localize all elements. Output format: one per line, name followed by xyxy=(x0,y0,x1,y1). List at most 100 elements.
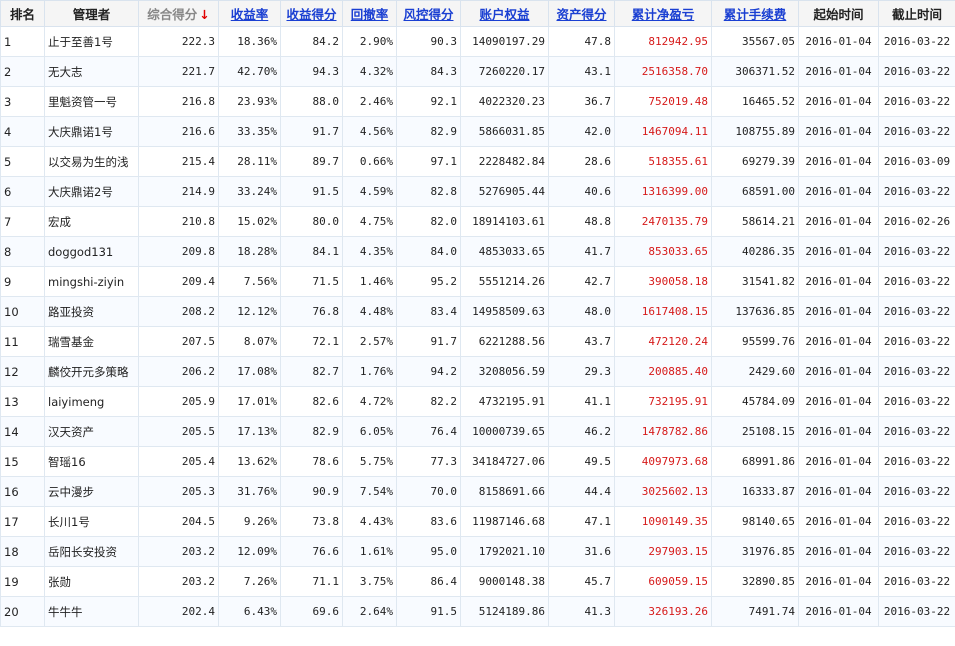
cell-manager-name[interactable]: laiyimeng xyxy=(44,386,139,417)
cell-risk-score: 70.0 xyxy=(396,476,461,507)
cell-return-rate: 42.70% xyxy=(218,56,281,87)
header-start-date: 起始时间 xyxy=(798,0,879,27)
header-start-date-label: 起始时间 xyxy=(813,7,864,22)
cell-equity: 18914103.61 xyxy=(460,206,549,237)
header-fees[interactable]: 累计手续费 xyxy=(711,0,799,27)
cell-asset-score: 31.6 xyxy=(548,536,615,567)
header-total-score[interactable]: 综合得分 ↓ xyxy=(138,0,219,27)
cell-return-rate: 8.07% xyxy=(218,326,281,357)
cell-manager-name[interactable]: 无大志 xyxy=(44,56,139,87)
header-return-score[interactable]: 收益得分 xyxy=(280,0,343,27)
cell-return-score: 94.3 xyxy=(280,56,343,87)
cell-manager-name[interactable]: 宏成 xyxy=(44,206,139,237)
cell-manager-name[interactable]: 大庆鼎诺2号 xyxy=(44,176,139,207)
cell-net-pnl: 326193.26 xyxy=(614,596,712,627)
cell-start-date: 2016-01-04 xyxy=(798,566,879,597)
cell-asset-score: 48.0 xyxy=(548,296,615,327)
cell-return-rate: 17.13% xyxy=(218,416,281,447)
header-net-pnl[interactable]: 累计净盈亏 xyxy=(614,0,712,27)
cell-equity: 14090197.29 xyxy=(460,26,549,57)
cell-manager-name[interactable]: doggod131 xyxy=(44,236,139,267)
cell-risk-score: 92.1 xyxy=(396,86,461,117)
cell-equity: 1792021.10 xyxy=(460,536,549,567)
cell-drawdown: 4.43% xyxy=(342,506,397,537)
cell-manager-name[interactable]: 张勋 xyxy=(44,566,139,597)
cell-return-rate: 23.93% xyxy=(218,86,281,117)
cell-risk-score: 83.4 xyxy=(396,296,461,327)
cell-rank: 17 xyxy=(0,506,45,537)
cell-return-score: 82.9 xyxy=(280,416,343,447)
cell-end-date: 2016-03-22 xyxy=(878,416,955,447)
cell-total-score: 215.4 xyxy=(138,146,219,177)
cell-fees: 16465.52 xyxy=(711,86,799,117)
cell-manager-name[interactable]: 路亚投资 xyxy=(44,296,139,327)
cell-manager-name[interactable]: 牛牛牛 xyxy=(44,596,139,627)
cell-start-date: 2016-01-04 xyxy=(798,326,879,357)
cell-equity: 4853033.65 xyxy=(460,236,549,267)
cell-net-pnl: 1467094.11 xyxy=(614,116,712,147)
cell-start-date: 2016-01-04 xyxy=(798,56,879,87)
cell-manager-name[interactable]: mingshi-ziyin xyxy=(44,266,139,297)
cell-equity: 9000148.38 xyxy=(460,566,549,597)
cell-equity: 3208056.59 xyxy=(460,356,549,387)
cell-start-date: 2016-01-04 xyxy=(798,536,879,567)
cell-equity: 5866031.85 xyxy=(460,116,549,147)
cell-start-date: 2016-01-04 xyxy=(798,236,879,267)
cell-net-pnl: 1316399.00 xyxy=(614,176,712,207)
cell-risk-score: 82.8 xyxy=(396,176,461,207)
cell-start-date: 2016-01-04 xyxy=(798,476,879,507)
cell-rank: 15 xyxy=(0,446,45,477)
cell-drawdown: 2.90% xyxy=(342,26,397,57)
header-asset-score[interactable]: 资产得分 xyxy=(548,0,615,27)
cell-return-rate: 7.26% xyxy=(218,566,281,597)
cell-net-pnl: 518355.61 xyxy=(614,146,712,177)
cell-total-score: 205.5 xyxy=(138,416,219,447)
cell-drawdown: 4.32% xyxy=(342,56,397,87)
cell-manager-name[interactable]: 大庆鼎诺1号 xyxy=(44,116,139,147)
cell-manager-name[interactable]: 麟佼开元多策略 xyxy=(44,356,139,387)
cell-fees: 31541.82 xyxy=(711,266,799,297)
cell-drawdown: 2.46% xyxy=(342,86,397,117)
cell-asset-score: 42.0 xyxy=(548,116,615,147)
cell-end-date: 2016-03-22 xyxy=(878,446,955,477)
cell-rank: 8 xyxy=(0,236,45,267)
cell-net-pnl: 2516358.70 xyxy=(614,56,712,87)
cell-manager-name[interactable]: 智瑶16 xyxy=(44,446,139,477)
header-total-score-label: 综合得分 xyxy=(147,7,198,22)
table-row: 3 里魁资管一号 216.8 23.93% 88.0 2.46% 92.1 4022320.2… xyxy=(0,86,955,117)
cell-end-date: 2016-03-22 xyxy=(878,506,955,537)
header-equity[interactable]: 账户权益 xyxy=(460,0,549,27)
cell-return-rate: 9.26% xyxy=(218,506,281,537)
cell-manager-name[interactable]: 汉天资产 xyxy=(44,416,139,447)
cell-manager-name[interactable]: 瑞雪基金 xyxy=(44,326,139,357)
cell-manager-name[interactable]: 岳阳长安投资 xyxy=(44,536,139,567)
cell-manager-name[interactable]: 以交易为生的浅 xyxy=(44,146,139,177)
cell-manager-name[interactable]: 云中漫步 xyxy=(44,476,139,507)
cell-net-pnl: 2470135.79 xyxy=(614,206,712,237)
cell-equity: 10000739.65 xyxy=(460,416,549,447)
cell-asset-score: 47.1 xyxy=(548,506,615,537)
cell-manager-name[interactable]: 长川1号 xyxy=(44,506,139,537)
cell-equity: 2228482.84 xyxy=(460,146,549,177)
cell-risk-score: 84.0 xyxy=(396,236,461,267)
cell-risk-score: 94.2 xyxy=(396,356,461,387)
cell-end-date: 2016-03-22 xyxy=(878,116,955,147)
cell-equity: 11987146.68 xyxy=(460,506,549,537)
header-return-rate[interactable]: 收益率 xyxy=(218,0,281,27)
cell-return-score: 71.5 xyxy=(280,266,343,297)
cell-total-score: 206.2 xyxy=(138,356,219,387)
cell-drawdown: 4.72% xyxy=(342,386,397,417)
cell-equity: 5124189.86 xyxy=(460,596,549,627)
table-row: 5 以交易为生的浅 215.4 28.11% 89.7 0.66% 97.1 2228482.… xyxy=(0,146,955,177)
cell-manager-name[interactable]: 止于至善1号 xyxy=(44,26,139,57)
cell-total-score: 203.2 xyxy=(138,536,219,567)
cell-asset-score: 28.6 xyxy=(548,146,615,177)
cell-equity: 7260220.17 xyxy=(460,56,549,87)
cell-return-score: 80.0 xyxy=(280,206,343,237)
cell-return-score: 88.0 xyxy=(280,86,343,117)
cell-manager-name[interactable]: 里魁资管一号 xyxy=(44,86,139,117)
table-row: 12 麟佼开元多策略 206.2 17.08% 82.7 1.76% 94.2 3208056… xyxy=(0,356,955,387)
header-drawdown[interactable]: 回撤率 xyxy=(342,0,397,27)
table-row: 16 云中漫步 205.3 31.76% 90.9 7.54% 70.0 8158691.66… xyxy=(0,476,955,507)
header-risk-score[interactable]: 风控得分 xyxy=(396,0,461,27)
